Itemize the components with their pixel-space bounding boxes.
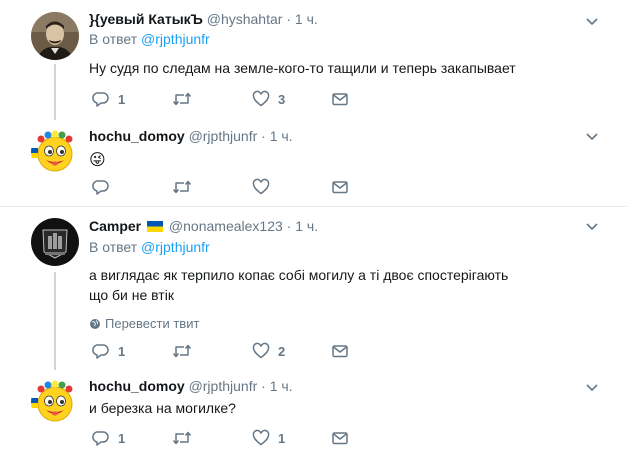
user-handle[interactable]: @rjpthjunfr: [189, 128, 258, 144]
envelope-icon: [332, 181, 348, 194]
timestamp[interactable]: 1 ч.: [295, 218, 318, 234]
display-name[interactable]: hochu_domoy: [89, 378, 185, 394]
avatar[interactable]: [31, 128, 79, 176]
like-count: 1: [278, 430, 286, 446]
reply-to-link[interactable]: @rjpthjunfr: [141, 239, 210, 255]
timestamp[interactable]: 1 ч.: [270, 128, 293, 144]
reply-count: 1: [118, 343, 126, 359]
display-name[interactable]: hochu_domoy: [89, 128, 185, 144]
retweet-button[interactable]: [172, 429, 210, 447]
heart-icon: [252, 429, 270, 446]
direct-message-button[interactable]: [331, 342, 349, 360]
reply-prefix: В ответ: [89, 239, 138, 255]
reply-icon: [92, 180, 109, 195]
direct-message-button[interactable]: [331, 90, 349, 108]
heart-icon: [252, 178, 270, 195]
reply-icon: [92, 92, 109, 107]
envelope-icon: [332, 432, 348, 445]
heart-icon: [252, 90, 270, 107]
user-handle[interactable]: @rjpthjunfr: [189, 378, 258, 394]
tweet-text: и березка на могилке?: [89, 400, 236, 416]
user-handle[interactable]: @nonamealex123: [169, 218, 283, 234]
chevron-down-icon[interactable]: [585, 219, 599, 233]
reply-to-link[interactable]: @rjpthjunfr: [141, 31, 210, 47]
reply-icon: [92, 344, 109, 359]
tweet-header: hochu_domoy @rjpthjunfr · 1 ч.: [89, 377, 607, 396]
translate-tweet-link[interactable]: Перевести твит: [89, 315, 607, 333]
like-count: 2: [278, 343, 286, 359]
like-count: 3: [278, 91, 286, 107]
user-handle[interactable]: @hyshahtar: [207, 11, 283, 27]
separator-dot: ·: [286, 218, 292, 234]
avatar-emoji: [31, 378, 79, 426]
tweet-header: hochu_domoy @rjpthjunfr · 1 ч.: [89, 127, 607, 146]
avatar-emoji: [31, 128, 79, 176]
reply-context: В ответ @rjpthjunfr: [89, 30, 607, 49]
reply-button[interactable]: 1: [92, 429, 128, 447]
globe-icon: [90, 319, 100, 329]
tweet-header: }{уевый КатыкЪ @hyshahtar · 1 ч.: [89, 10, 607, 29]
reply-icon: [92, 431, 109, 446]
envelope-icon: [332, 345, 348, 358]
avatar-photo: [31, 12, 79, 60]
tweet-text: Ну судя по следам на земле-кого-то тащил…: [89, 60, 516, 76]
thread-line: [54, 64, 56, 120]
separator-dot: ·: [261, 128, 266, 144]
thread-line: [54, 272, 56, 370]
reply-button[interactable]: 1: [92, 342, 128, 360]
chevron-down-icon[interactable]: [585, 14, 599, 28]
retweet-icon: [172, 92, 192, 106]
timestamp[interactable]: 1 ч.: [270, 378, 293, 394]
display-name[interactable]: }{уевый КатыкЪ: [89, 11, 203, 27]
retweet-icon: [172, 431, 192, 445]
like-button[interactable]: [252, 178, 288, 196]
thread-divider: [0, 206, 627, 207]
timestamp[interactable]: 1 ч.: [295, 11, 318, 27]
direct-message-button[interactable]: [331, 429, 349, 447]
chevron-down-icon[interactable]: [585, 129, 599, 143]
tweet-header: Camper @nonamealex123 · 1 ч.: [89, 217, 607, 236]
separator-dot: ·: [286, 11, 291, 27]
direct-message-button[interactable]: [331, 178, 349, 196]
flag-ua-icon: [147, 218, 164, 232]
retweet-button[interactable]: [172, 178, 210, 196]
tweet-text: 😜: [89, 152, 106, 169]
separator-dot: ·: [261, 378, 266, 394]
retweet-icon: [172, 180, 192, 194]
heart-icon: [252, 342, 270, 359]
translate-label: Перевести твит: [105, 316, 200, 331]
reply-button[interactable]: 1: [92, 90, 128, 108]
tweet-text: а виглядає як терпило копає собі могилу …: [89, 267, 509, 303]
display-name[interactable]: Camper: [89, 218, 141, 234]
reply-button[interactable]: [92, 178, 128, 196]
avatar[interactable]: [31, 218, 79, 266]
chevron-down-icon[interactable]: [585, 380, 599, 394]
retweet-icon: [172, 344, 192, 358]
avatar[interactable]: [31, 378, 79, 426]
like-button[interactable]: 3: [252, 90, 288, 108]
like-button[interactable]: 1: [252, 429, 288, 447]
retweet-button[interactable]: [172, 90, 210, 108]
reply-prefix: В ответ: [89, 31, 138, 47]
retweet-button[interactable]: [172, 342, 210, 360]
envelope-icon: [332, 93, 348, 106]
avatar[interactable]: [31, 12, 79, 60]
reply-count: 1: [118, 430, 126, 446]
reply-context: В ответ @rjpthjunfr: [89, 238, 607, 257]
like-button[interactable]: 2: [252, 342, 288, 360]
avatar-logo: [31, 218, 79, 266]
reply-count: 1: [118, 91, 126, 107]
